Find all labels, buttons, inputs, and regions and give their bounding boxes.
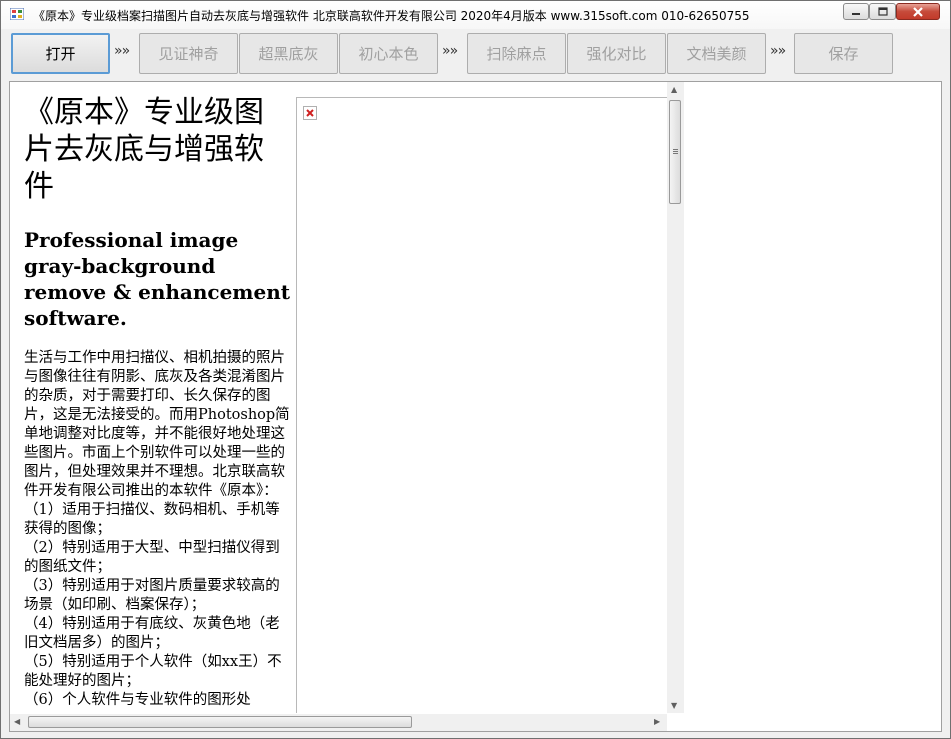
step-separator: »» xyxy=(442,43,458,59)
close-icon xyxy=(913,6,923,17)
broken-image-icon xyxy=(303,106,317,120)
step-button-contrast[interactable]: 强化对比 xyxy=(567,33,666,74)
maximize-icon xyxy=(877,7,888,16)
feature-item: （4）特别适用于有底纹、灰黄色地（老旧文档居多）的图片； xyxy=(24,616,280,651)
feature-item: （2）特别适用于大型、中型扫描仪得到的图纸文件； xyxy=(24,540,280,575)
title-bar[interactable]: 《原本》专业级档案扫描图片自动去灰底与增强软件 北京联高软件开发有限公司 202… xyxy=(1,1,950,29)
step-button-ultra-black[interactable]: 超黑底灰 xyxy=(239,33,338,74)
step-separator: »» xyxy=(114,43,130,59)
feature-item: （5）特别适用于个人软件（如xx王）不能处理好的图片； xyxy=(24,654,282,689)
feature-item: （6）个人软件与专业软件的图形处 xyxy=(24,692,251,708)
feature-item: （1）适用于扫描仪、数码相机、手机等获得的图像； xyxy=(24,502,280,537)
feature-item: （3）特别适用于对图片质量要求较高的场景（如印刷、档案保存）； xyxy=(24,578,280,613)
toolbar: 打开 »» 见证神奇 超黑底灰 初心本色 »» 扫除麻点 强化对比 文档美颜 »… xyxy=(1,29,950,79)
horizontal-scrollbar[interactable]: ◀ ▶ xyxy=(10,714,667,731)
minimize-icon xyxy=(852,12,860,15)
content-panel: 《原本》专业级图片去灰底与增强软件 Professional image gra… xyxy=(9,81,942,732)
app-window: 《原本》专业级档案扫描图片自动去灰底与增强软件 北京联高软件开发有限公司 202… xyxy=(0,0,951,739)
minimize-button[interactable] xyxy=(843,3,869,20)
scroll-up-icon[interactable]: ▲ xyxy=(671,85,677,94)
scroll-right-icon[interactable]: ▶ xyxy=(654,717,660,726)
intro-text: 生活与工作中用扫描仪、相机拍摄的照片与图像往往有阴影、底灰及各类混淆图片的杂质，… xyxy=(24,350,290,499)
maximize-button[interactable] xyxy=(869,3,896,20)
step-button-despeckle[interactable]: 扫除麻点 xyxy=(467,33,566,74)
scroll-left-icon[interactable]: ◀ xyxy=(14,717,20,726)
horizontal-scroll-thumb[interactable] xyxy=(28,716,412,728)
app-icon xyxy=(10,8,24,20)
open-button[interactable]: 打开 xyxy=(11,33,110,74)
step-button-original-color[interactable]: 初心本色 xyxy=(339,33,438,74)
save-button[interactable]: 保存 xyxy=(794,33,893,74)
page-subtitle: Professional image gray-background remov… xyxy=(24,228,290,330)
page-title: 《原本》专业级图片去灰底与增强软件 xyxy=(24,95,264,204)
vertical-scroll-thumb[interactable] xyxy=(669,100,681,204)
close-button[interactable] xyxy=(896,3,940,20)
vertical-scrollbar[interactable]: ▲ ▼ xyxy=(667,82,684,713)
step-button-witness[interactable]: 见证神奇 xyxy=(139,33,238,74)
intro-paragraph: 生活与工作中用扫描仪、相机拍摄的照片与图像往往有阴影、底灰及各类混淆图片的杂质，… xyxy=(24,349,292,710)
intro-text-column: 《原本》专业级图片去灰底与增强软件 Professional image gra… xyxy=(24,94,292,710)
document-view[interactable]: 《原本》专业级图片去灰底与增强软件 Professional image gra… xyxy=(10,82,674,713)
step-separator: »» xyxy=(770,43,786,59)
step-button-beautify[interactable]: 文档美颜 xyxy=(667,33,766,74)
scroll-down-icon[interactable]: ▼ xyxy=(671,701,677,710)
window-title: 《原本》专业级档案扫描图片自动去灰底与增强软件 北京联高软件开发有限公司 202… xyxy=(33,9,750,23)
image-frame xyxy=(296,97,668,713)
